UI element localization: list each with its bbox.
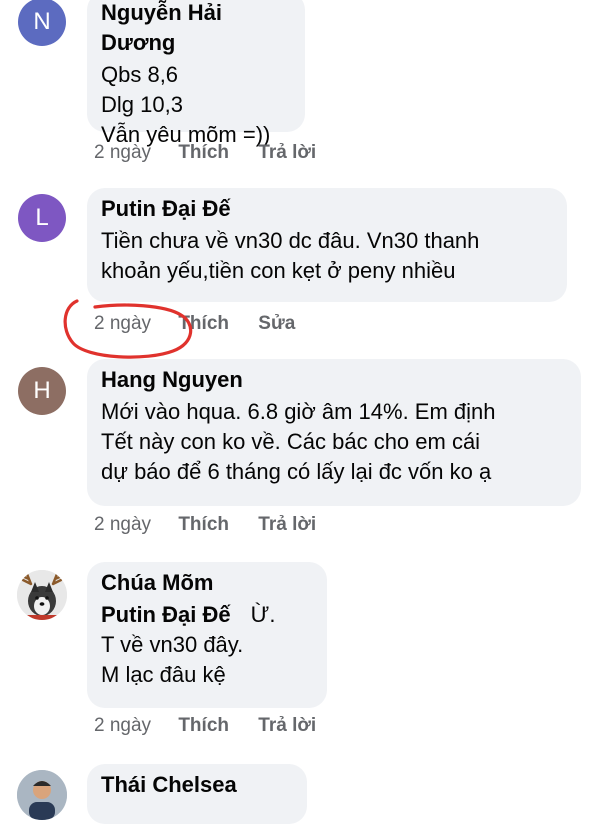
comment-time[interactable]: 2 ngày (94, 715, 151, 737)
avatar[interactable] (17, 570, 67, 620)
dog-antlers-icon (17, 570, 67, 620)
comment-text: Tết này con ko về. Các bác cho em cái (101, 429, 481, 454)
avatar[interactable] (17, 770, 67, 820)
annotation-circle-stroke (63, 299, 193, 359)
comment-text: Mới vào hqua. 6.8 giờ âm 14%. Em định (101, 399, 496, 424)
avatar[interactable]: N (18, 0, 66, 46)
comment-time[interactable]: 2 ngày (94, 142, 151, 164)
comment-author[interactable]: Hang Nguyen (101, 365, 565, 395)
reply-button[interactable]: Trả lời (258, 142, 316, 164)
comment-time[interactable]: 2 ngày (94, 514, 151, 536)
like-button[interactable]: Thích (178, 715, 229, 737)
comment-text: Dlg 10,3 (101, 92, 183, 117)
comment-bubble: Hang Nguyen Mới vào hqua. 6.8 giờ âm 14%… (87, 359, 581, 506)
comment-author[interactable]: Nguyễn Hải Dương (101, 0, 289, 58)
avatar[interactable]: H (18, 367, 66, 415)
comment-text: M lạc đâu kệ (101, 662, 226, 687)
comment-author[interactable]: Thái Chelsea (101, 770, 291, 800)
comment-text: T về vn30 đây. (101, 632, 244, 657)
person-photo-icon (17, 770, 67, 820)
comment-bubble: Chúa Mõm Putin Đại Đế Ừ. T về vn30 đây. M… (87, 562, 327, 708)
comment-actions: 2 ngày Thích Trả lời (94, 715, 316, 737)
comment-bubble: Nguyễn Hải Dương Qbs 8,6 Dlg 10,3 Vẫn yê… (87, 0, 305, 147)
comment-actions: 2 ngày Thích Trả lời (94, 514, 316, 536)
comment-actions: 2 ngày Thích Trả lời (94, 142, 316, 164)
avatar-initial: H (33, 377, 51, 404)
comment-text: dự báo để 6 tháng có lấy lại đc vốn ko ạ (101, 459, 492, 484)
comment-text-rest: Ừ. (250, 602, 276, 627)
comment-text: Tiền chưa về vn30 dc đâu. Vn30 thanh (101, 228, 480, 253)
comment-text: Putin Đại Đế Ừ. (101, 600, 311, 630)
comment-author[interactable]: Chúa Mõm (101, 568, 311, 598)
like-button[interactable]: Thích (178, 142, 229, 164)
avatar-initial: N (33, 8, 51, 35)
edit-button[interactable]: Sửa (258, 313, 295, 335)
comment-text: Qbs 8,6 (101, 62, 179, 87)
reply-button[interactable]: Trả lời (258, 715, 316, 737)
comment-bubble: Putin Đại Đế Tiền chưa về vn30 dc đâu. V… (87, 188, 567, 302)
mention-link[interactable]: Putin Đại Đế (101, 602, 231, 627)
reply-button[interactable]: Trả lời (258, 514, 316, 536)
comment-text: khoản yếu,tiền con kẹt ở peny nhiều (101, 258, 456, 283)
like-button[interactable]: Thích (178, 514, 229, 536)
avatar-initial: L (35, 204, 49, 231)
comment-author[interactable]: Putin Đại Đế (101, 194, 551, 224)
comment-bubble: Thái Chelsea (87, 764, 307, 824)
annotation-circle (63, 299, 193, 359)
avatar[interactable]: L (18, 194, 66, 242)
